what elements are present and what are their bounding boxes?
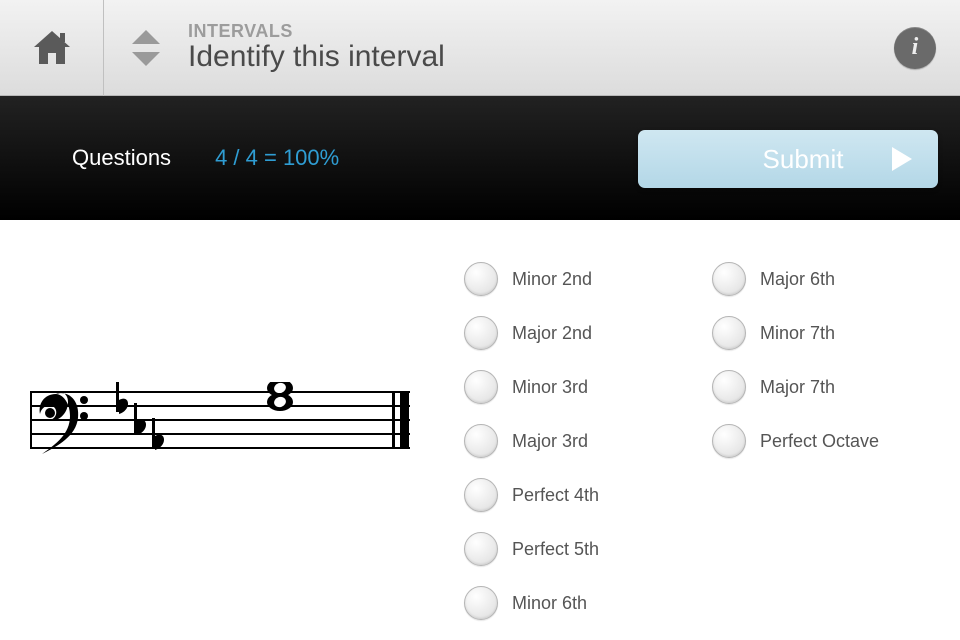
home-button[interactable] (0, 0, 104, 96)
radio-icon (464, 532, 498, 566)
answer-option[interactable]: Minor 7th (712, 306, 960, 360)
radio-icon (712, 316, 746, 350)
answer-label: Perfect Octave (760, 431, 879, 452)
answer-option[interactable]: Perfect 5th (464, 522, 712, 576)
answer-option[interactable]: Major 7th (712, 360, 960, 414)
questions-label: Questions (72, 145, 171, 171)
answer-option[interactable]: Major 2nd (464, 306, 712, 360)
notation-panel (0, 252, 424, 630)
radio-icon (464, 586, 498, 620)
radio-icon (464, 316, 498, 350)
answer-label: Perfect 5th (512, 539, 599, 560)
answers-panel: Minor 2nd Major 2nd Minor 3rd Major 3rd … (424, 252, 960, 630)
play-arrow-icon (890, 145, 914, 173)
radio-icon (712, 370, 746, 404)
answer-option[interactable]: Perfect 4th (464, 468, 712, 522)
answer-option[interactable]: Minor 3rd (464, 360, 712, 414)
answer-label: Minor 2nd (512, 269, 592, 290)
content-area: Minor 2nd Major 2nd Minor 3rd Major 3rd … (0, 220, 960, 630)
answer-option[interactable]: Major 3rd (464, 414, 712, 468)
answer-label: Perfect 4th (512, 485, 599, 506)
top-toolbar: INTERVALS Identify this interval i (0, 0, 960, 96)
answer-label: Major 7th (760, 377, 835, 398)
updown-icon (126, 24, 166, 72)
answer-label: Major 3rd (512, 431, 588, 452)
answer-column-1: Minor 2nd Major 2nd Minor 3rd Major 3rd … (464, 252, 712, 630)
answer-label: Major 2nd (512, 323, 592, 344)
title-block: INTERVALS Identify this interval (188, 21, 870, 74)
radio-icon (464, 424, 498, 458)
answer-option[interactable]: Minor 6th (464, 576, 712, 630)
category-label: INTERVALS (188, 21, 870, 42)
submit-label: Submit (763, 144, 844, 175)
answer-column-2: Major 6th Minor 7th Major 7th Perfect Oc… (712, 252, 960, 630)
home-icon (30, 28, 74, 68)
answer-label: Minor 3rd (512, 377, 588, 398)
nav-updown-button[interactable] (104, 0, 188, 96)
answer-option[interactable]: Minor 2nd (464, 252, 712, 306)
interval-notes (267, 382, 293, 411)
status-bar: Questions 4 / 4 = 100% Submit (0, 96, 960, 220)
answer-label: Major 6th (760, 269, 835, 290)
submit-button[interactable]: Submit (638, 130, 938, 188)
answer-label: Minor 6th (512, 593, 587, 614)
radio-icon (712, 424, 746, 458)
radio-icon (464, 478, 498, 512)
radio-icon (712, 262, 746, 296)
radio-icon (464, 262, 498, 296)
music-staff (30, 382, 410, 480)
info-icon: i (912, 34, 919, 61)
bass-clef-icon (40, 392, 88, 454)
radio-icon (464, 370, 498, 404)
answer-label: Minor 7th (760, 323, 835, 344)
info-button[interactable]: i (894, 27, 936, 69)
score-text: 4 / 4 = 100% (215, 145, 339, 171)
answer-option[interactable]: Major 6th (712, 252, 960, 306)
page-title: Identify this interval (188, 40, 870, 74)
answer-option[interactable]: Perfect Octave (712, 414, 960, 468)
